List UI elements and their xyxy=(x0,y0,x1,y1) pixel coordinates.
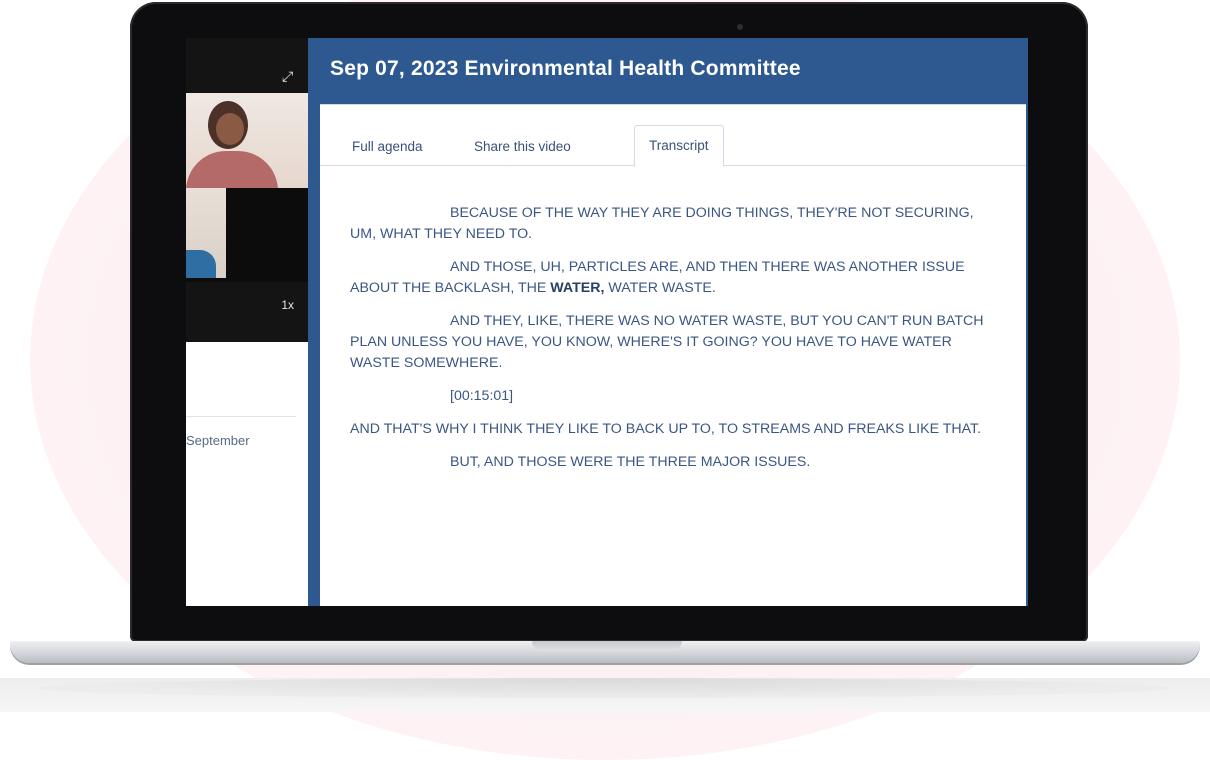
divider xyxy=(186,416,296,417)
tab-share-video[interactable]: Share this video xyxy=(460,130,585,164)
video-controls: 1x xyxy=(186,282,308,342)
meeting-list-panel xyxy=(186,342,308,606)
participant-shirt xyxy=(186,250,216,278)
transcript-paragraph: AND THOSE, UH, PARTICLES ARE, AND THEN T… xyxy=(350,259,965,296)
webcam-icon xyxy=(737,24,743,30)
transcript-paragraph: BECAUSE OF THE WAY THEY ARE DOING THINGS… xyxy=(350,205,974,242)
tab-full-agenda[interactable]: Full agenda xyxy=(338,130,437,164)
transcript-paragraph: BUT, AND THOSE WERE THE THREE MAJOR ISSU… xyxy=(450,454,811,470)
participant-face xyxy=(216,113,244,145)
transcript-paragraph: AND THEY, LIKE, THERE WAS NO WATER WASTE… xyxy=(350,313,984,371)
playback-speed-button[interactable]: 1x xyxy=(281,298,294,312)
floor-shadow xyxy=(0,678,1210,712)
video-sidebar: ⤢ 1x September xyxy=(186,38,308,606)
transcript-text: BECAUSE OF THE WAY THEY ARE DOING THINGS… xyxy=(350,203,990,485)
highlighted-word: WATER, xyxy=(550,280,605,296)
floor-shadow-inner xyxy=(40,678,1170,698)
expand-arrows-icon[interactable]: ⤢ xyxy=(282,68,298,84)
transcript-timestamp[interactable]: [00:15:01] xyxy=(350,386,990,407)
meeting-title: Sep 07, 2023 Environmental Health Commit… xyxy=(330,57,801,80)
laptop-notch xyxy=(532,641,682,651)
tab-transcript[interactable]: Transcript xyxy=(634,125,724,167)
video-participant-tile-2 xyxy=(186,188,308,282)
laptop-screen: ⤢ 1x September Sep 07, 2023 Environmenta… xyxy=(186,38,1028,606)
participant-body xyxy=(186,151,278,188)
meeting-panel: Sep 07, 2023 Environmental Health Commit… xyxy=(308,38,1028,606)
tab-bar: Full agenda Share this video Transcript xyxy=(320,105,1026,167)
meeting-month-link[interactable]: September xyxy=(186,433,250,448)
transcript-paragraph: AND THAT'S WHY I THINK THEY LIKE TO BACK… xyxy=(350,421,982,437)
video-top-bar: ⤢ xyxy=(186,38,308,93)
video-participant-tile xyxy=(186,93,308,188)
content-card: Full agenda Share this video Transcript … xyxy=(320,104,1026,606)
